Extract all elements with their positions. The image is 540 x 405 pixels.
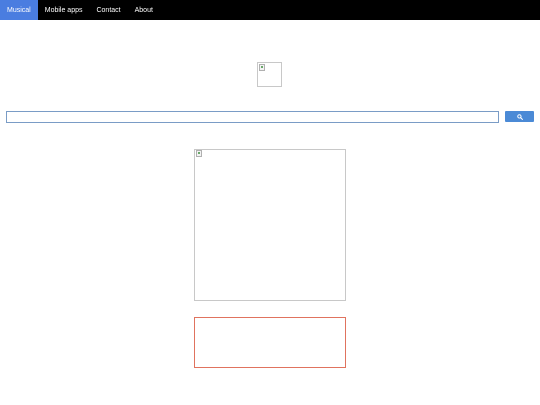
nav-item-label: Contact	[96, 6, 121, 14]
nav-item-label: Mobile apps	[44, 6, 83, 14]
broken-image-icon	[196, 150, 202, 157]
search-button[interactable]	[505, 111, 534, 122]
nav-item-label: Musical	[7, 6, 31, 14]
site-logo-image[interactable]	[257, 62, 282, 87]
search-input[interactable]	[6, 111, 499, 123]
nav-item-contact[interactable]: Contact	[89, 0, 127, 20]
search-icon	[516, 113, 523, 120]
nav-item-musical[interactable]: Musical	[0, 0, 38, 20]
nav-item-mobile-apps[interactable]: Mobile apps	[38, 0, 90, 20]
nav-item-label: About	[134, 6, 153, 14]
featured-image[interactable]	[194, 149, 346, 301]
broken-image-icon	[259, 64, 265, 71]
nav-item-about[interactable]: About	[128, 0, 160, 20]
top-navigation-bar: Musical Mobile apps Contact About	[0, 0, 540, 20]
ad-placeholder-box	[194, 317, 346, 368]
